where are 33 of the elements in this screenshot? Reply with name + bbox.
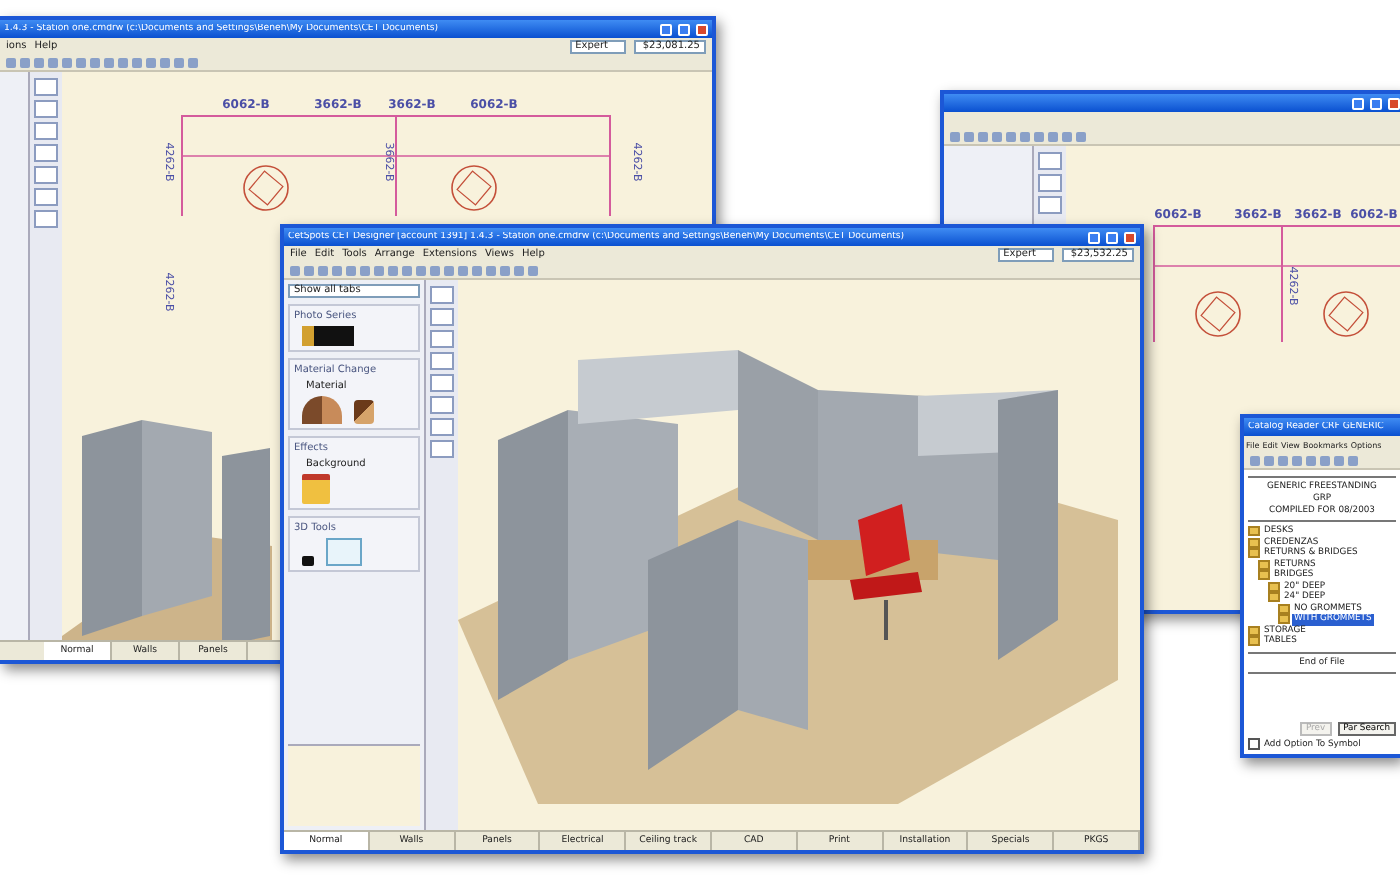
tool-icon[interactable] xyxy=(430,440,454,458)
tool-icon[interactable] xyxy=(430,396,454,414)
folder-icon[interactable] xyxy=(302,474,330,504)
tool-icon[interactable] xyxy=(1038,174,1062,192)
minimize-button[interactable] xyxy=(1352,97,1364,109)
maximize-button[interactable] xyxy=(678,23,690,35)
tool-icon[interactable] xyxy=(34,144,58,162)
tool-icon[interactable] xyxy=(34,78,58,96)
tool-icon[interactable] xyxy=(34,100,58,118)
close-button[interactable] xyxy=(1124,231,1136,243)
tool-icon[interactable] xyxy=(34,210,58,228)
checkbox[interactable] xyxy=(1248,738,1260,750)
maximize-button[interactable] xyxy=(1106,231,1118,243)
tool-icon[interactable] xyxy=(430,374,454,392)
tool-icon[interactable] xyxy=(430,286,454,304)
tool-icon[interactable] xyxy=(34,188,58,206)
tool-icon[interactable] xyxy=(1038,196,1062,214)
film-strip-icon[interactable] xyxy=(302,326,354,346)
close-button[interactable] xyxy=(1388,97,1400,109)
tool-icon[interactable] xyxy=(34,166,58,184)
minimize-button[interactable] xyxy=(660,23,672,35)
tool-icon[interactable] xyxy=(1038,152,1062,170)
tool-icon[interactable] xyxy=(34,122,58,140)
tool-icon[interactable] xyxy=(430,418,454,436)
tool-icon[interactable] xyxy=(430,352,454,370)
swatch-fan-icon[interactable] xyxy=(302,396,342,424)
close-button[interactable] xyxy=(696,23,708,35)
tool-icon[interactable] xyxy=(430,330,454,348)
maximize-button[interactable] xyxy=(1370,97,1382,109)
tool-icon[interactable] xyxy=(430,308,454,326)
minimize-button[interactable] xyxy=(1088,231,1100,243)
brush-icon[interactable] xyxy=(354,400,374,424)
cube-icon[interactable] xyxy=(326,538,362,566)
